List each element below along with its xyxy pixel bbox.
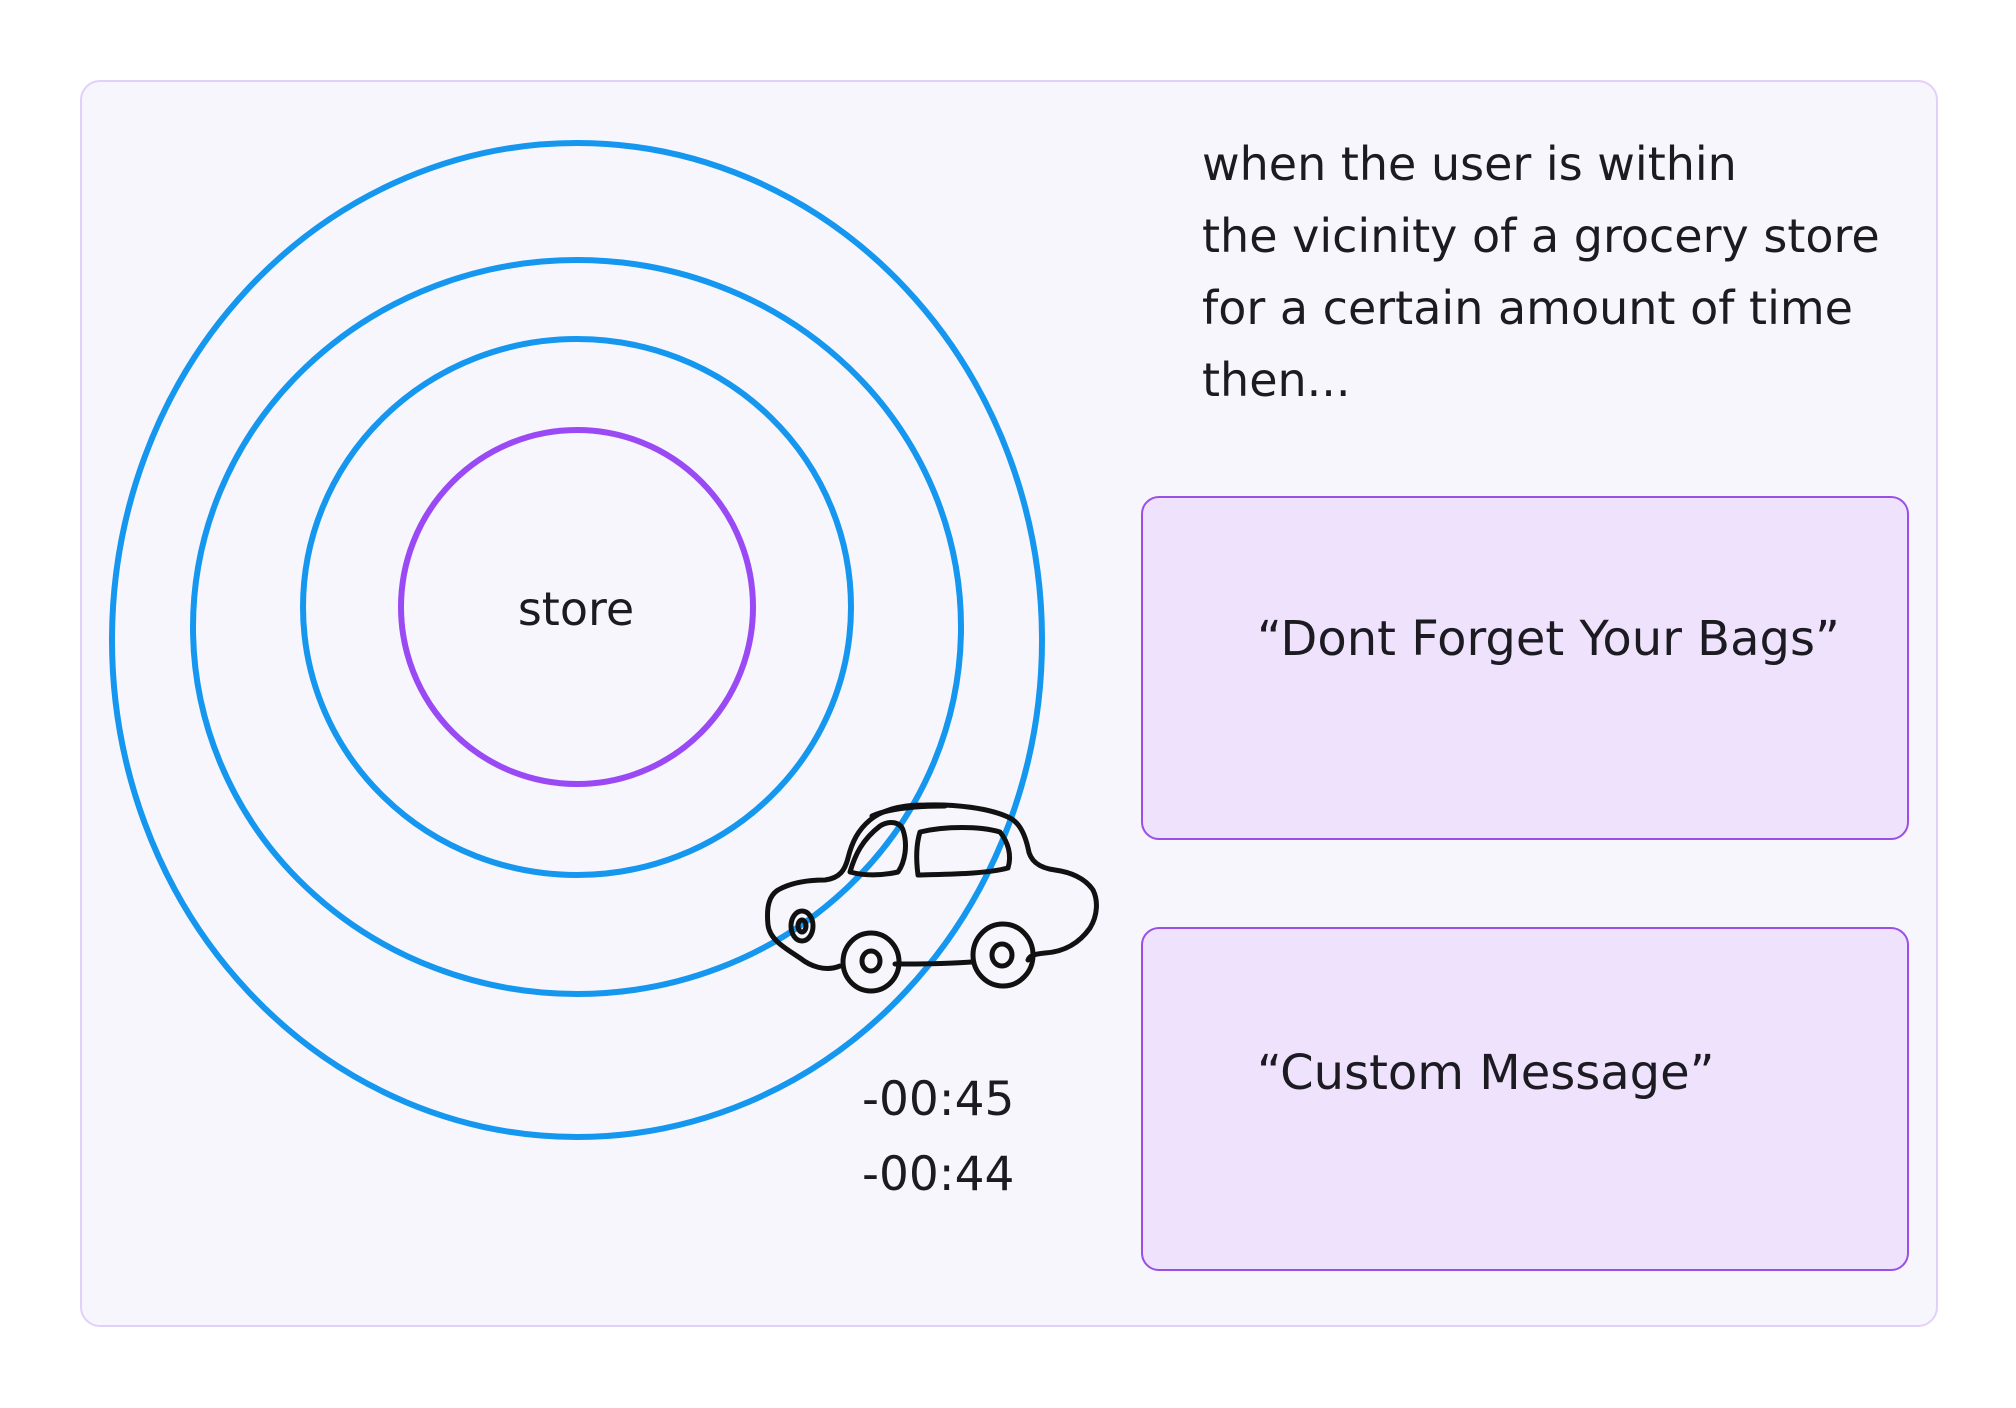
car-icon <box>765 802 1099 994</box>
message-text: “Custom Message” <box>1257 1045 1715 1101</box>
message-option-custom[interactable]: “Custom Message” <box>1141 927 1909 1271</box>
condition-line: for a certain amount of time <box>1202 281 1853 335</box>
geofence-ring-outer <box>109 140 1045 1140</box>
condition-line: when the user is within <box>1202 137 1737 191</box>
countdown-timer: -00:44 <box>862 1147 1015 1202</box>
message-option-bags[interactable]: “Dont Forget Your Bags” <box>1141 496 1909 840</box>
store-label: store <box>517 582 635 636</box>
condition-line: the vicinity of a grocery store <box>1202 209 1880 263</box>
message-text: “Dont Forget Your Bags” <box>1257 611 1840 667</box>
countdown-timer: -00:45 <box>862 1072 1015 1127</box>
condition-line: then... <box>1202 353 1351 407</box>
trigger-condition-text: when the user is within the vicinity of … <box>1202 128 1902 416</box>
